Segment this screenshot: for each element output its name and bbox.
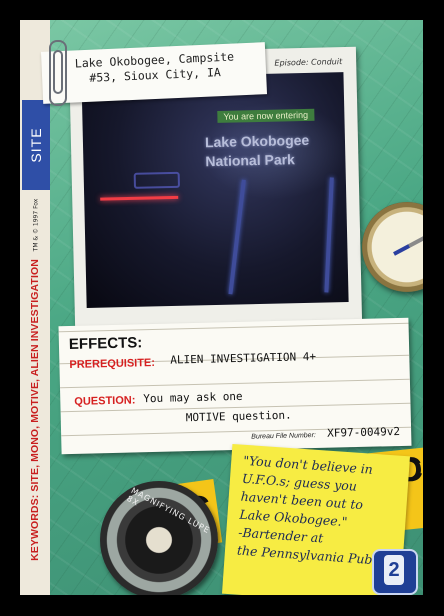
episode-label: Episode: Conduit (274, 57, 343, 68)
prerequisite-label: PREREQUISITE: (69, 356, 156, 372)
cost-value: 2 (384, 555, 404, 585)
file-number-label: Bureau File Number: (251, 432, 316, 441)
effects-panel: EFFECTS: PREREQUISITE: ALIEN INVESTIGATI… (58, 317, 412, 455)
question-label: QUESTION: (74, 394, 136, 408)
card-sidebar: SITE TM & © 1997 Fox KEYWORDS: SITE, MON… (20, 20, 50, 595)
blue-light-streak (133, 171, 180, 189)
question-line-1: You may ask one (143, 389, 243, 406)
prerequisite-value: ALIEN INVESTIGATION 4+ (170, 350, 317, 367)
sign-main-text: Lake Okobogee National Park (205, 130, 349, 171)
keywords-text: KEYWORDS: SITE, MONO, MOTIVE, ALIEN INVE… (29, 259, 41, 561)
keywords-strip: KEYWORDS: SITE, MONO, MOTIVE, ALIEN INVE… (22, 230, 48, 590)
xfiles-card: SITE TM & © 1997 Fox KEYWORDS: SITE, MON… (20, 20, 423, 595)
card-type-label: SITE (28, 127, 44, 163)
quote-line: the Pennsylvania Pub (236, 542, 373, 568)
card-type-tab: SITE (22, 100, 50, 190)
cost-badge: 2 (372, 549, 418, 595)
red-light-streak (100, 195, 179, 201)
card-photo: You are now entering Lake Okobogee Natio… (81, 72, 349, 308)
paperclip-icon (49, 40, 67, 106)
file-number-value: XF97-0049v2 (327, 424, 401, 440)
location-note: Lake Okobogee, Campsite #53, Sioux City,… (40, 42, 268, 104)
question-line-2: MOTIVE question. (185, 408, 292, 425)
compass-needle (393, 236, 423, 256)
effects-title: EFFECTS: (68, 334, 143, 354)
sign-top-text: You are now entering (217, 108, 315, 123)
sign-line-2: National Park (205, 151, 296, 170)
magnifier-icon: MAGNIFYING LUPE 8X (100, 481, 218, 595)
